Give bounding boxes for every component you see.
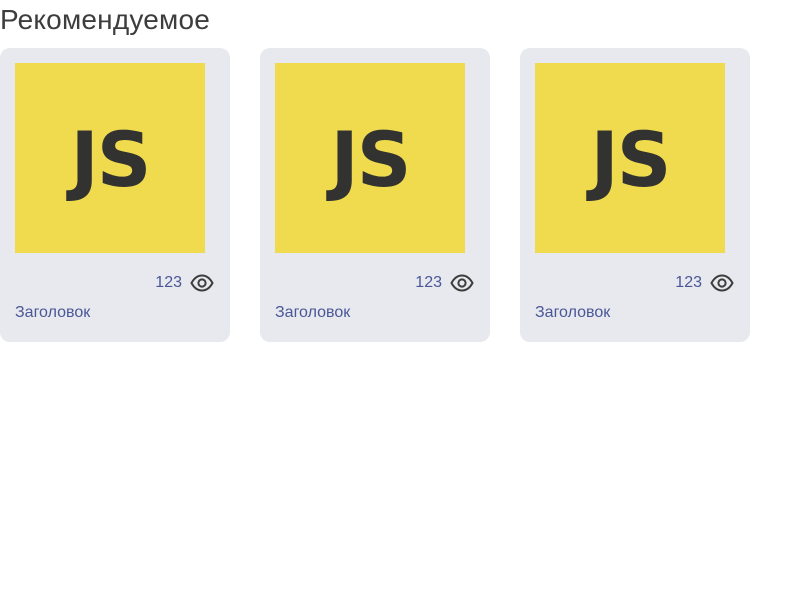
card-title[interactable]: Заголовок bbox=[535, 304, 610, 322]
card-thumbnail[interactable]: JS bbox=[275, 63, 465, 253]
section-title: Рекомендуемое bbox=[0, 4, 211, 35]
course-card[interactable]: JS 123 Заголовок bbox=[0, 48, 230, 342]
recommended-cards: JS 123 Заголовок JS 123 Заголовок JS 123… bbox=[0, 48, 750, 342]
js-logo-text: JS bbox=[590, 115, 671, 204]
card-stats: 123 bbox=[415, 271, 474, 295]
js-logo-text: JS bbox=[70, 115, 151, 204]
eye-icon bbox=[190, 274, 214, 292]
course-card[interactable]: JS 123 Заголовок bbox=[520, 48, 750, 342]
views-count: 123 bbox=[415, 274, 442, 291]
eye-icon bbox=[710, 274, 734, 292]
card-stats: 123 bbox=[675, 271, 734, 295]
eye-icon bbox=[450, 274, 474, 292]
card-title[interactable]: Заголовок bbox=[15, 304, 90, 322]
card-thumbnail[interactable]: JS bbox=[535, 63, 725, 253]
card-title[interactable]: Заголовок bbox=[275, 304, 350, 322]
card-stats: 123 bbox=[155, 271, 214, 295]
js-logo-text: JS bbox=[330, 115, 411, 204]
views-count: 123 bbox=[155, 274, 182, 291]
course-card[interactable]: JS 123 Заголовок bbox=[260, 48, 490, 342]
card-thumbnail[interactable]: JS bbox=[15, 63, 205, 253]
views-count: 123 bbox=[675, 274, 702, 291]
